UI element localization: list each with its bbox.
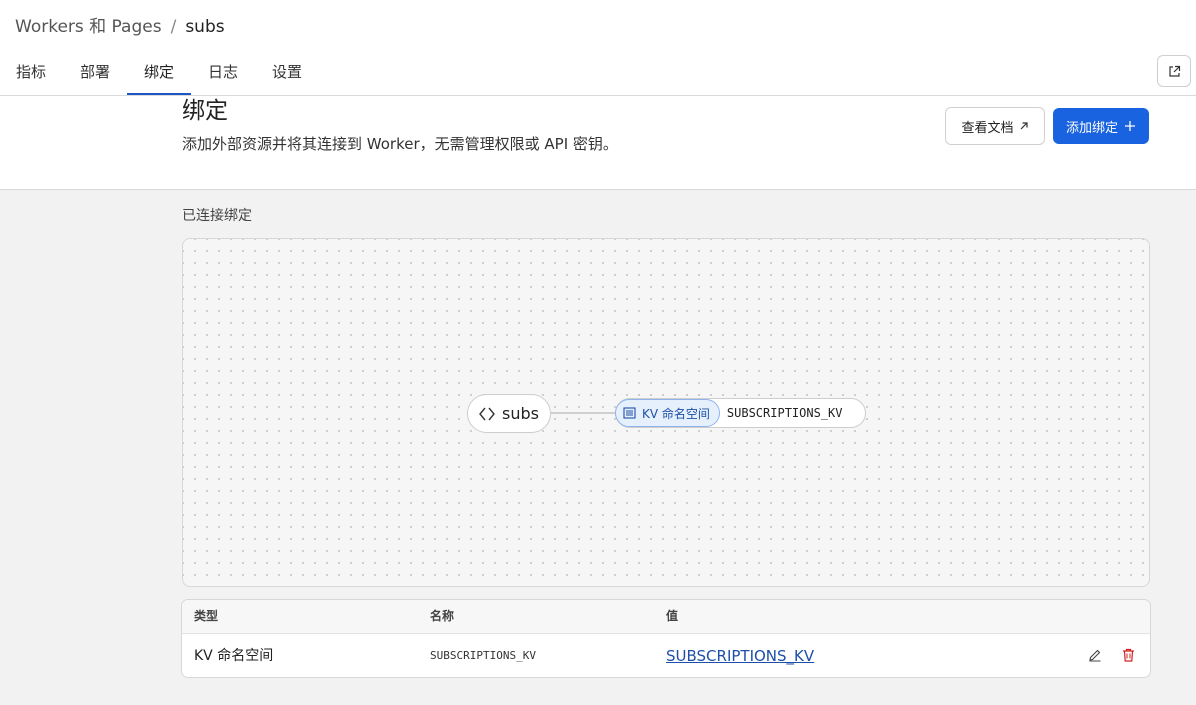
code-brackets-icon [479,407,495,420]
edit-binding-button[interactable] [1086,644,1104,666]
tab-settings[interactable]: 设置 [271,52,303,93]
tab-deployments[interactable]: 部署 [79,52,111,93]
column-header-name: 名称 [430,609,455,623]
add-binding-label: 添加绑定 [1065,120,1118,136]
top-bar: Workers 和 Pages / subs 指标 部署 绑定 日志 设置 [0,0,1196,96]
row-value-link[interactable]: SUBSCRIPTIONS_KV [666,634,814,677]
row-actions [1086,644,1137,666]
table-header: 类型 名称 值 [182,600,1150,634]
breadcrumb-root-link[interactable]: Workers 和 Pages [15,16,162,38]
tab-bindings[interactable]: 绑定 [127,52,191,95]
row-type: KV 命名空间 [194,648,274,664]
breadcrumb-separator: / [170,17,177,37]
arrow-up-right-icon [1020,122,1028,130]
binding-name-label: SUBSCRIPTIONS_KV [726,406,843,420]
trash-icon [1122,648,1134,662]
pencil-icon [1089,649,1101,662]
view-docs-label: 查看文档 [961,120,1014,136]
worker-node[interactable]: subs [467,394,551,433]
add-binding-button[interactable]: 添加绑定 [1053,108,1149,144]
page-header: 绑定 添加外部资源并将其连接到 Worker，无需管理权限或 API 密钥。 查… [0,96,1196,190]
page-title: 绑定 [182,98,228,124]
row-name: SUBSCRIPTIONS_KV [430,649,536,662]
column-header-value: 值 [666,609,679,623]
breadcrumb: Workers 和 Pages / subs [15,16,225,38]
connected-bindings-label: 已连接绑定 [182,208,252,224]
kv-namespace-icon [623,407,636,419]
tab-logs[interactable]: 日志 [207,52,239,93]
bindings-graph-canvas[interactable]: subs KV 命名空间 SUBSCRIPTIONS_KV [182,238,1150,587]
binding-type-pill: KV 命名空间 [615,399,720,427]
bindings-table: 类型 名称 值 KV 命名空间 SUBSCRIPTIONS_KV SUBSCRI… [181,599,1151,678]
view-docs-button[interactable]: 查看文档 [945,107,1045,145]
connection-edge [551,412,617,414]
column-header-type: 类型 [194,609,219,623]
delete-binding-button[interactable] [1119,644,1137,666]
worker-node-label: subs [502,404,539,423]
tab-metrics[interactable]: 指标 [15,52,47,93]
binding-node[interactable]: KV 命名空间 SUBSCRIPTIONS_KV [615,398,866,428]
open-external-button[interactable] [1157,55,1191,87]
binding-type-label: KV 命名空间 [642,406,710,421]
external-link-icon [1168,65,1180,77]
plus-icon [1125,121,1135,131]
breadcrumb-current: subs [185,17,225,37]
page-description: 添加外部资源并将其连接到 Worker，无需管理权限或 API 密钥。 [182,135,618,153]
